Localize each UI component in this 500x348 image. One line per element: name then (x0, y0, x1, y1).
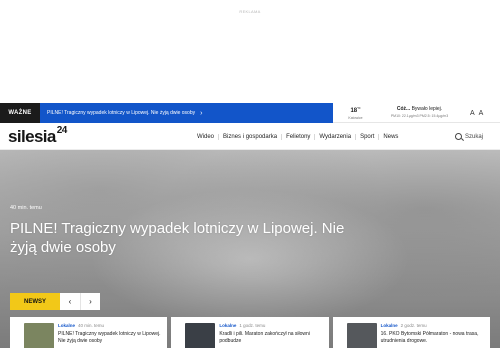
news-card[interactable]: Lokalne 1 godz. temu Kradli i pili. Marat… (171, 317, 329, 348)
news-card[interactable]: Lokalne 40 min. temu PILNE! Tragiczny wyp… (10, 317, 168, 348)
news-meta: Lokalne 40 min. temu (58, 323, 105, 328)
news-card[interactable]: Lokalne 2 godz. temu 16. PKO Bytomski Pół… (332, 317, 490, 348)
alert-link[interactable]: PILNE! Tragiczny wypadek lotniczy w Lipo… (40, 103, 333, 123)
news-thumbnail (24, 323, 54, 348)
font-size-controls: A A (470, 106, 483, 120)
hero-title[interactable]: PILNE! Tragiczny wypadek lotniczy w Lipo… (10, 219, 370, 257)
newsy-tab[interactable]: NEWSY (10, 293, 60, 310)
search-icon (455, 133, 462, 140)
nav-item-biznes[interactable]: Biznes i gospodarka (218, 133, 281, 140)
chevron-left-icon[interactable]: ‹ (60, 293, 80, 310)
air-status: Cóż... Bywało lepiej. (396, 106, 443, 112)
news-thumbnail (185, 323, 216, 348)
ad-label: REKLAMA (239, 9, 261, 14)
nav-item-wydarzenia[interactable]: Wydarzenia (314, 133, 355, 140)
news-title[interactable]: PILNE! Tragiczny wypadek lotniczy w Lipo… (58, 331, 161, 344)
hero-article[interactable]: 40 min. temu PILNE! Tragiczny wypadek lo… (0, 150, 500, 348)
ad-slot: REKLAMA (0, 0, 500, 103)
search-button[interactable]: Szukaj (455, 123, 483, 150)
font-increase-button[interactable]: A (479, 110, 484, 117)
search-label: Szukaj (465, 133, 484, 140)
weather-widget[interactable]: 18°C Katowice (338, 103, 373, 123)
news-meta: Lokalne 2 godz. temu (380, 323, 427, 328)
site-header: silesia24 Wideo Biznes i gospodarka Feli… (0, 123, 500, 150)
news-meta: Lokalne 1 godz. temu (219, 323, 266, 328)
chevron-right-icon[interactable]: › (80, 293, 100, 310)
news-title[interactable]: 16. PKO Bytomski Półmaraton - nowa trasa… (381, 331, 484, 344)
news-cards: Lokalne 40 min. temu PILNE! Tragiczny wyp… (10, 317, 490, 348)
nav-item-wideo[interactable]: Wideo (193, 134, 218, 140)
nav-item-felietony[interactable]: Felietony (281, 133, 314, 140)
news-thumbnail (346, 323, 377, 348)
news-title[interactable]: Kradli i pili. Maraton zakończył na siło… (219, 331, 322, 344)
hero-timestamp: 40 min. temu (10, 205, 42, 211)
site-logo[interactable]: silesia24 (8, 125, 67, 147)
chevron-right-icon: › (200, 109, 203, 117)
font-decrease-button[interactable]: A (470, 110, 475, 117)
weather-city: Katowice (348, 116, 363, 120)
alert-text: PILNE! Tragiczny wypadek lotniczy w Lipo… (47, 110, 196, 116)
alert-tag: WAŻNE (0, 103, 40, 123)
air-values: PM10: 22.1µg/m3 PM2.5: 15.4µg/m3 (390, 114, 449, 118)
nav-item-news[interactable]: News (378, 133, 402, 140)
weather-temp: 18°C (350, 106, 361, 114)
main-nav: Wideo Biznes i gospodarka Felietony Wyda… (193, 123, 402, 150)
nav-item-sport[interactable]: Sport (355, 133, 378, 140)
air-quality-widget[interactable]: Cóż... Bywało lepiej. PM10: 22.1µg/m3 PM… (377, 103, 462, 123)
